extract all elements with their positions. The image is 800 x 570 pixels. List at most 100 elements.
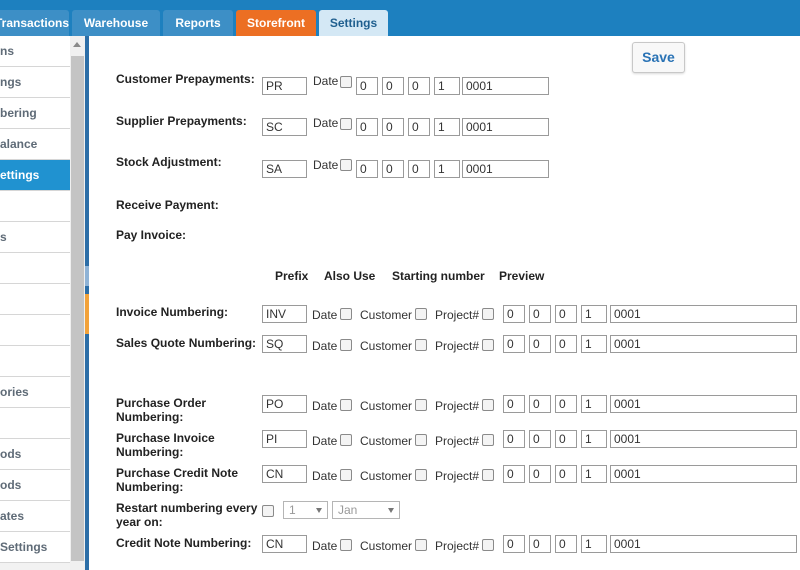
sidebar-item[interactable] bbox=[0, 284, 70, 315]
purchase-credit-note-customer-checkbox[interactable] bbox=[415, 469, 427, 481]
sidebar-item-label: ettings bbox=[0, 168, 40, 182]
starting-digit-input[interactable]: 0 bbox=[529, 305, 551, 323]
supplier-prepayments-label: Supplier Prepayments: bbox=[116, 114, 247, 128]
sidebar-item[interactable]: ods bbox=[0, 470, 70, 501]
restart-numbering-checkbox[interactable] bbox=[262, 505, 274, 517]
starting-digit-input[interactable]: 1 bbox=[581, 465, 607, 483]
customer-prepayments-date-checkbox[interactable] bbox=[340, 76, 352, 88]
tab-settings[interactable]: Settings bbox=[319, 10, 388, 36]
invoice-customer-checkbox[interactable] bbox=[415, 308, 427, 320]
starting-digit-input[interactable]: 0 bbox=[382, 160, 404, 178]
sidebar-item[interactable]: ns bbox=[0, 36, 70, 67]
tab-transactions[interactable]: Transactions bbox=[0, 10, 69, 36]
purchase-invoice-prefix-input[interactable]: PI bbox=[262, 430, 307, 448]
starting-digit-input[interactable]: 0 bbox=[529, 335, 551, 353]
sidebar-item[interactable]: alance bbox=[0, 129, 70, 160]
starting-digit-input[interactable]: 0 bbox=[382, 77, 404, 95]
invoice-project-checkbox[interactable] bbox=[482, 308, 494, 320]
customer-prepayments-prefix-input[interactable]: PR bbox=[262, 77, 307, 95]
purchase-credit-note-numbering-label: Purchase Credit Note Numbering: bbox=[116, 466, 239, 494]
starting-digit-input[interactable]: 0 bbox=[356, 160, 378, 178]
sidebar-item[interactable]: Settings bbox=[0, 532, 70, 563]
invoice-prefix-input[interactable]: INV bbox=[262, 305, 307, 323]
starting-digit-input[interactable]: 0 bbox=[356, 77, 378, 95]
starting-digit-input[interactable]: 0 bbox=[503, 305, 525, 323]
tab-storefront[interactable]: Storefront bbox=[236, 10, 316, 36]
starting-digit-input[interactable]: 0 bbox=[529, 535, 551, 553]
stock-adjustment-prefix-input[interactable]: SA bbox=[262, 160, 307, 178]
starting-digit-input[interactable]: 0 bbox=[503, 465, 525, 483]
purchase-order-project-checkbox[interactable] bbox=[482, 399, 494, 411]
purchase-invoice-customer-checkbox[interactable] bbox=[415, 434, 427, 446]
sidebar-item[interactable] bbox=[0, 191, 70, 222]
sidebar-item[interactable] bbox=[0, 253, 70, 284]
starting-digit-input[interactable]: 0 bbox=[555, 335, 577, 353]
starting-digit-input[interactable]: 1 bbox=[581, 305, 607, 323]
starting-digit-input[interactable]: 0 bbox=[408, 77, 430, 95]
starting-digit-input[interactable]: 0 bbox=[555, 305, 577, 323]
starting-digit-input[interactable]: 0 bbox=[555, 430, 577, 448]
credit-note-project-checkbox[interactable] bbox=[482, 539, 494, 551]
sidebar-item[interactable]: ngs bbox=[0, 67, 70, 98]
save-button[interactable]: Save bbox=[632, 42, 685, 73]
sidebar-item[interactable]: ories bbox=[0, 377, 70, 408]
purchase-credit-note-date-checkbox[interactable] bbox=[340, 469, 352, 481]
restart-day-select[interactable]: 1 bbox=[283, 501, 328, 519]
project-label: Project# bbox=[435, 308, 480, 322]
starting-digit-input[interactable]: 1 bbox=[581, 535, 607, 553]
sales-quote-customer-checkbox[interactable] bbox=[415, 339, 427, 351]
invoice-date-checkbox[interactable] bbox=[340, 308, 352, 320]
sidebar-scrollbar[interactable] bbox=[70, 36, 85, 570]
tab-warehouse[interactable]: Warehouse bbox=[72, 10, 160, 36]
sidebar-item[interactable]: bering bbox=[0, 98, 70, 129]
sidebar-item[interactable]: ods bbox=[0, 439, 70, 470]
restart-month-select[interactable]: Jan bbox=[332, 501, 400, 519]
credit-note-prefix-input[interactable]: CN bbox=[262, 535, 307, 553]
sidebar-item-active[interactable]: ettings bbox=[0, 160, 70, 191]
starting-digit-input[interactable]: 0 bbox=[555, 465, 577, 483]
sidebar-item[interactable] bbox=[0, 315, 70, 346]
starting-digit-input[interactable]: 0 bbox=[503, 395, 525, 413]
credit-note-date-checkbox[interactable] bbox=[340, 539, 352, 551]
starting-digit-input[interactable]: 0 bbox=[529, 465, 551, 483]
purchase-order-customer-checkbox[interactable] bbox=[415, 399, 427, 411]
sidebar-item[interactable] bbox=[0, 408, 70, 439]
scroll-up-arrow-icon[interactable] bbox=[73, 42, 81, 47]
sidebar-item[interactable]: s bbox=[0, 222, 70, 253]
starting-digit-input[interactable]: 1 bbox=[581, 430, 607, 448]
starting-digit-input[interactable]: 0 bbox=[382, 118, 404, 136]
starting-digit-input[interactable]: 0 bbox=[529, 430, 551, 448]
purchase-invoice-date-checkbox[interactable] bbox=[340, 434, 352, 446]
sales-quote-project-checkbox[interactable] bbox=[482, 339, 494, 351]
credit-note-customer-checkbox[interactable] bbox=[415, 539, 427, 551]
sidebar-item-label: alance bbox=[0, 137, 38, 151]
purchase-order-prefix-input[interactable]: PO bbox=[262, 395, 307, 413]
supplier-prepayments-prefix-input[interactable]: SC bbox=[262, 118, 307, 136]
starting-digit-input[interactable]: 1 bbox=[434, 77, 460, 95]
starting-digit-input[interactable]: 0 bbox=[408, 160, 430, 178]
tab-reports[interactable]: Reports bbox=[163, 10, 233, 36]
sidebar-item[interactable] bbox=[0, 346, 70, 377]
stock-adjustment-date-checkbox[interactable] bbox=[340, 159, 352, 171]
starting-digit-input[interactable]: 0 bbox=[503, 535, 525, 553]
sales-quote-prefix-input[interactable]: SQ bbox=[262, 335, 307, 353]
starting-digit-input[interactable]: 0 bbox=[529, 395, 551, 413]
starting-digit-input[interactable]: 0 bbox=[555, 535, 577, 553]
starting-digit-input[interactable]: 1 bbox=[581, 395, 607, 413]
starting-digit-input[interactable]: 1 bbox=[434, 118, 460, 136]
scrollbar-thumb[interactable] bbox=[71, 56, 84, 561]
starting-digit-input[interactable]: 0 bbox=[356, 118, 378, 136]
starting-digit-input[interactable]: 1 bbox=[581, 335, 607, 353]
sales-quote-date-checkbox[interactable] bbox=[340, 339, 352, 351]
starting-digit-input[interactable]: 1 bbox=[434, 160, 460, 178]
starting-digit-input[interactable]: 0 bbox=[503, 430, 525, 448]
purchase-order-date-checkbox[interactable] bbox=[340, 399, 352, 411]
starting-digit-input[interactable]: 0 bbox=[503, 335, 525, 353]
sidebar-item[interactable]: ates bbox=[0, 501, 70, 532]
starting-digit-input[interactable]: 0 bbox=[408, 118, 430, 136]
purchase-credit-note-project-checkbox[interactable] bbox=[482, 469, 494, 481]
purchase-credit-note-prefix-input[interactable]: CN bbox=[262, 465, 307, 483]
supplier-prepayments-date-checkbox[interactable] bbox=[340, 118, 352, 130]
purchase-invoice-project-checkbox[interactable] bbox=[482, 434, 494, 446]
starting-digit-input[interactable]: 0 bbox=[555, 395, 577, 413]
